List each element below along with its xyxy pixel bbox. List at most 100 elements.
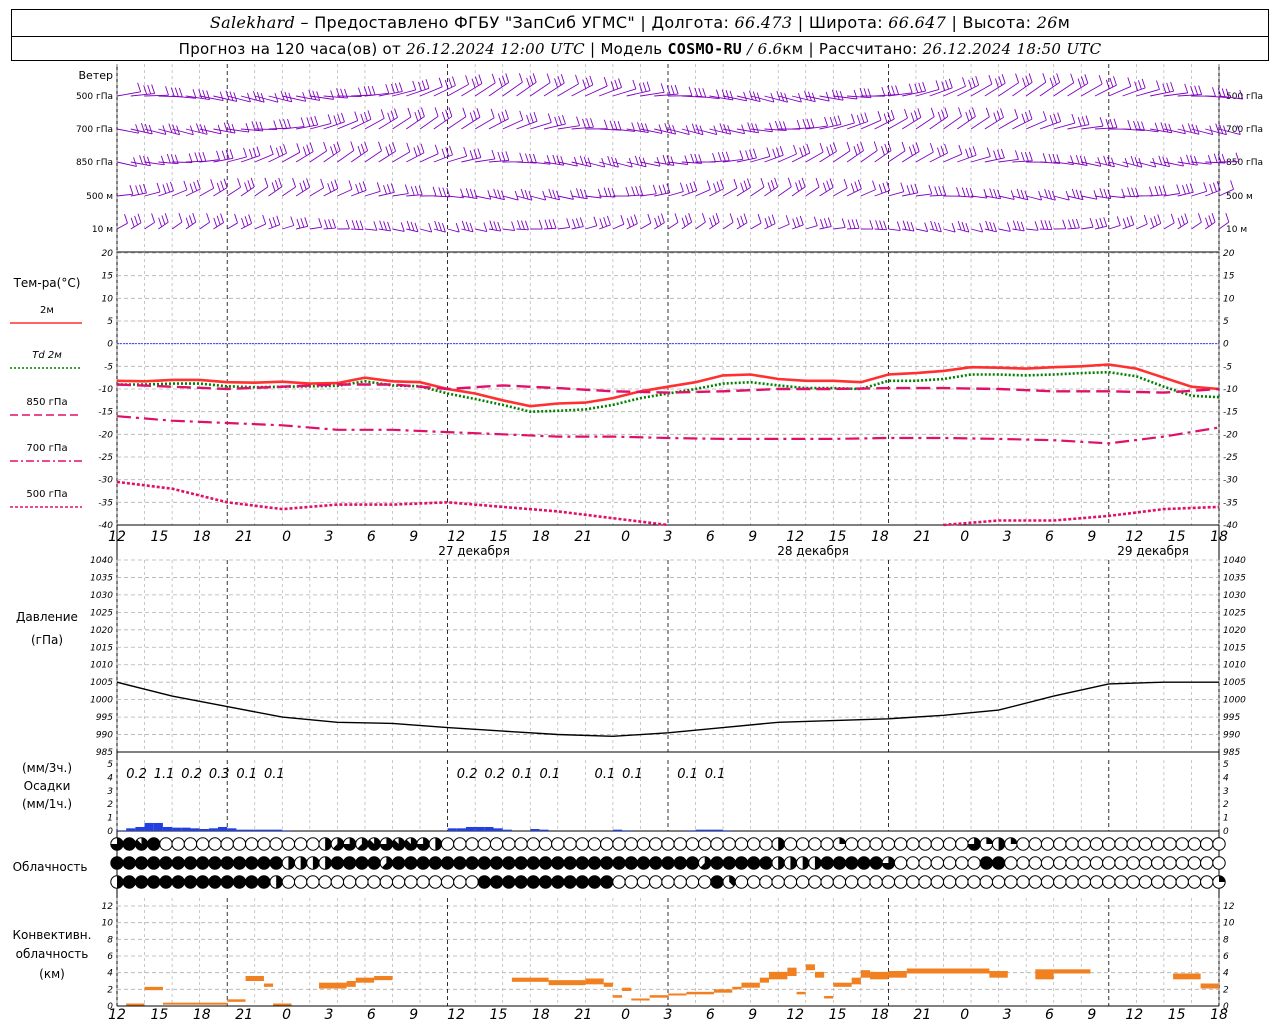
wind-barb-flag (937, 222, 942, 233)
cloud-circle (820, 837, 834, 851)
wind-barb-flag (583, 156, 588, 166)
wind-barb-flag (922, 81, 927, 92)
cloud-cover-symbol (673, 875, 687, 889)
cloud-circle (306, 875, 320, 889)
cloud-circle (379, 875, 394, 889)
wind-barb (736, 213, 748, 230)
conv-cloud-bar (273, 1003, 292, 1006)
wind-barb-flag (278, 177, 283, 188)
time-axis-label: 21 (235, 529, 253, 545)
wind-barb-flag (634, 155, 639, 166)
wind-barb-flag (151, 213, 156, 223)
cloud-cover-symbol (906, 856, 920, 870)
cloud-circle (526, 875, 541, 889)
wind-barb-flag (1068, 219, 1072, 229)
wind-barb-flag (879, 220, 884, 230)
wind-barb (351, 220, 364, 231)
wind-barb-flag (971, 107, 976, 117)
wind-barb (667, 213, 679, 230)
wind-barb-flag (930, 220, 935, 231)
cloud-circle (612, 875, 626, 889)
wind-barb-flag (491, 149, 496, 160)
wind-barb-flag (806, 118, 811, 129)
conv-cloud-bar (263, 983, 274, 987)
cloud-circle (171, 856, 185, 870)
precip-bar (117, 830, 127, 831)
wind-barb-flag (843, 178, 848, 189)
pressure-tick-right: 1025 (1223, 608, 1246, 618)
wind-barb-flag (330, 146, 334, 156)
pressure-tick-left: 1015 (90, 643, 113, 653)
wind-level-right: 500 гПа (1226, 92, 1263, 102)
wind-barb (791, 118, 815, 130)
wind-barb-flag (827, 217, 832, 227)
wind-barb (915, 184, 933, 197)
wind-barb-flag (712, 215, 717, 225)
wind-barb-shaft (1136, 223, 1148, 230)
wind-barb-flag (225, 149, 230, 160)
wind-barb-flag (489, 220, 494, 230)
cloud-cover-symbol (734, 875, 749, 889)
wind-barb-shaft (268, 224, 280, 230)
cloud-cover-symbol (489, 837, 504, 851)
wind-barb-flag (729, 213, 734, 223)
wind-barb (419, 222, 433, 233)
wind-barb-flag (855, 219, 860, 229)
cloud-circle (1004, 856, 1018, 870)
wind-barb-flag (958, 144, 963, 155)
cloud-cover-symbol (930, 837, 945, 851)
wind-barb (116, 185, 134, 197)
wind-barb-flag (658, 185, 663, 195)
wind-barb (709, 179, 725, 197)
precip-tick-left: 1 (107, 814, 113, 824)
wind-barb-shaft (199, 221, 210, 230)
wind-barb-flag (272, 217, 277, 227)
wind-barb-flag (185, 217, 190, 227)
wind-barb (571, 118, 594, 130)
wind-barb (240, 177, 255, 197)
wind-barb-shaft (1053, 195, 1070, 201)
wind-barb-shaft (791, 152, 811, 163)
wind-barb-flag (268, 218, 273, 228)
wind-barb-flag (864, 112, 869, 122)
wind-barb (364, 141, 382, 163)
cloud-circle (1102, 856, 1116, 870)
day-label: 28 декабря (777, 544, 849, 558)
wind-barb-flag (269, 145, 274, 155)
wind-barb-flag (1049, 77, 1054, 88)
cloud-cover-symbol (906, 875, 920, 889)
bottom-time-axis-label: 0 (282, 1007, 291, 1023)
time-axis-label: 15 (1168, 529, 1186, 545)
wind-barb-flag (1016, 221, 1021, 231)
wind-barb-flag (135, 124, 140, 134)
precip-tick-left: 2 (107, 800, 113, 810)
time-axis-label: 12 (447, 529, 465, 545)
cloud-circle (526, 837, 541, 851)
conv-title-2: облачность (16, 947, 89, 961)
temp-tick-left: 0 (107, 340, 113, 350)
cloud-cover-symbol (783, 837, 798, 851)
cloud-cover-symbol (771, 856, 785, 870)
wind-barb-flag (392, 142, 397, 152)
cloud-cover-symbol (1065, 856, 1079, 870)
wind-barb-flag (603, 187, 608, 197)
cloud-cover-symbol (416, 856, 430, 870)
wind-barb-flag (1186, 154, 1190, 165)
wind-barb-flag (283, 119, 287, 129)
wind-barb-flag (548, 188, 553, 199)
cloud-cover-symbol (649, 875, 663, 889)
cloud-cover-symbol (159, 875, 173, 889)
wind-barb-flag (1022, 77, 1026, 88)
wind-barb-flag (1126, 216, 1131, 227)
wind-barb-flag (1137, 80, 1142, 90)
bottom-time-axis-label: 6 (367, 1007, 376, 1023)
wind-barb (612, 215, 625, 230)
wind-barb-flag (693, 181, 698, 191)
wind-barb-flag (469, 150, 474, 160)
wind-barb-flag (1143, 214, 1148, 225)
wind-barb-flag (158, 217, 163, 227)
cloud-circle (440, 837, 455, 851)
wind-barb (833, 218, 846, 230)
wind-barb (970, 222, 984, 233)
wind-barb-shaft (158, 190, 174, 197)
